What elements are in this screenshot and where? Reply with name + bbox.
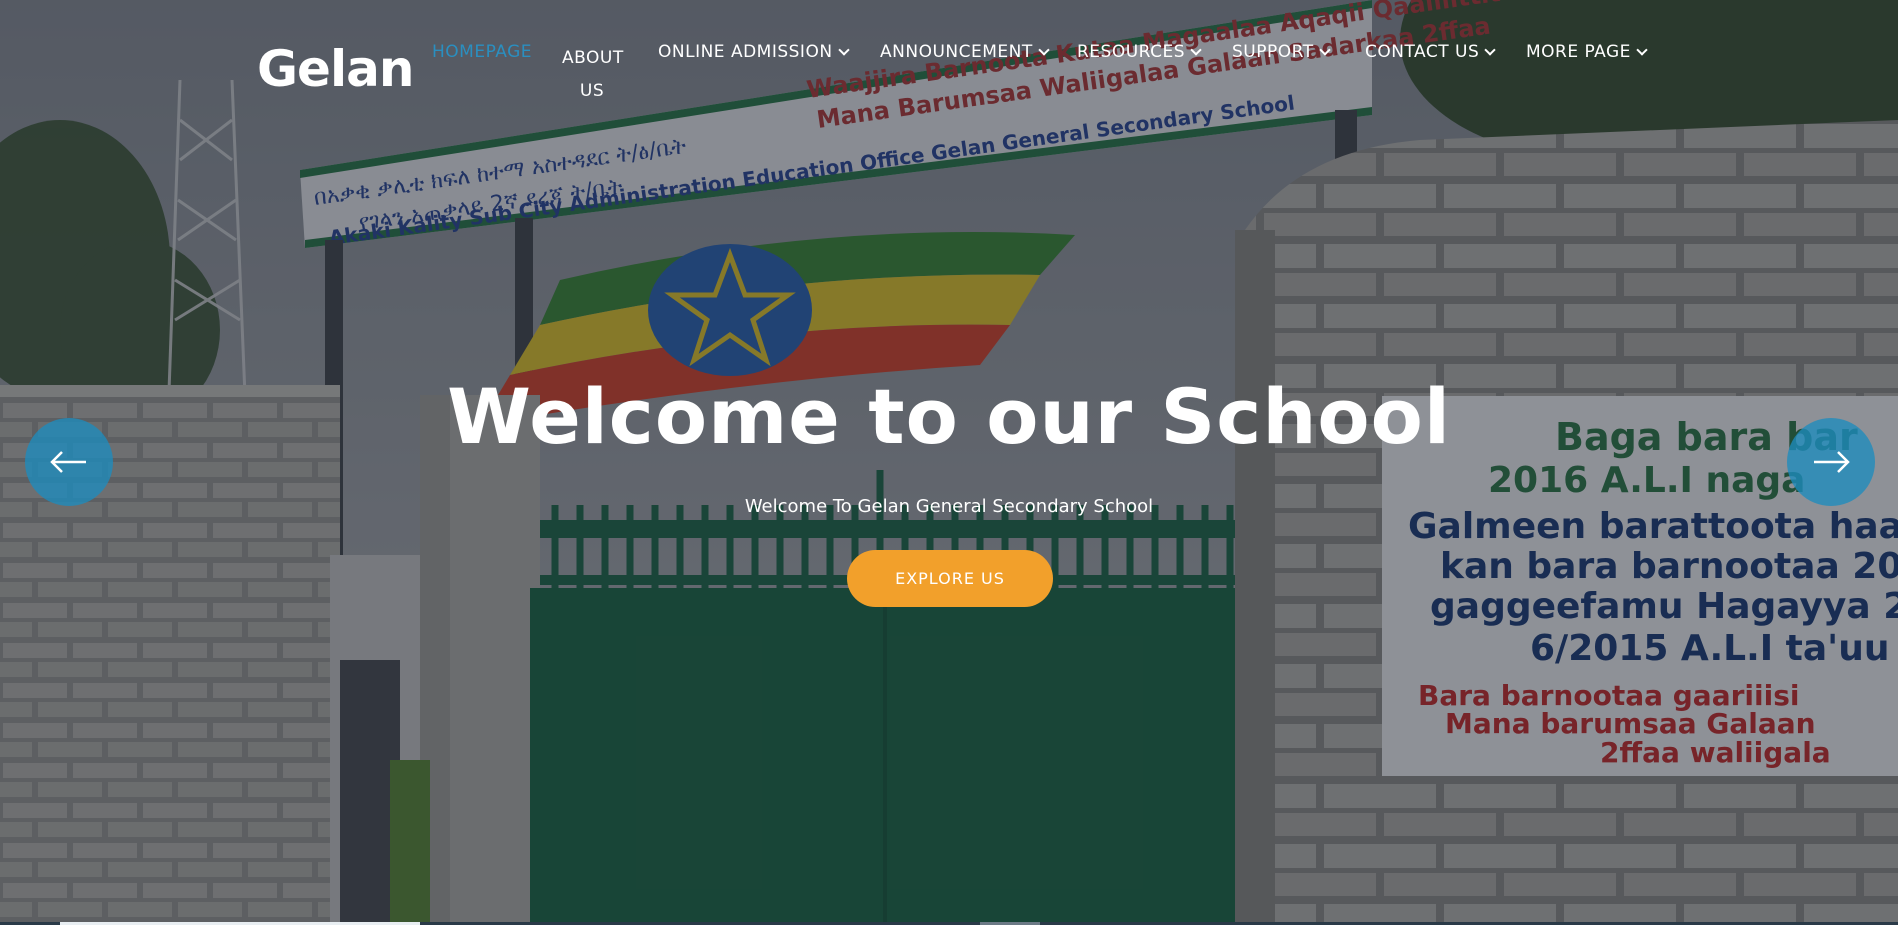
nav-online-admission[interactable]: ONLINE ADMISSION [658, 42, 850, 62]
chevron-down-icon [1484, 43, 1496, 56]
nav-announcement-label: ANNOUNCEMENT [880, 42, 1033, 62]
slider-prev-button[interactable] [25, 418, 113, 506]
nav-contact-us-label: CONTACT US [1365, 42, 1480, 62]
nav-support[interactable]: SUPPORT [1232, 42, 1331, 62]
hero-background-image: Waajjira Barnoota Kutaa Magaalaa Aqaqii … [0, 0, 1898, 922]
nav-support-label: SUPPORT [1232, 42, 1314, 62]
chevron-down-icon [837, 43, 850, 56]
nav-more-page[interactable]: MORE PAGE [1526, 42, 1648, 62]
nav-contact-us[interactable]: CONTACT US [1365, 42, 1496, 62]
nav-announcement[interactable]: ANNOUNCEMENT [880, 42, 1050, 62]
nav-about-us[interactable]: ABOUT US [562, 42, 624, 108]
chevron-down-icon [1636, 43, 1648, 56]
hero-slider: Waajjira Barnoota Kutaa Magaalaa Aqaqii … [0, 0, 1898, 922]
nav-homepage[interactable]: HOMEPAGE [432, 42, 532, 62]
nav-resources-label: RESOURCES [1077, 42, 1186, 62]
explore-us-button[interactable]: EXPLORE US [847, 550, 1053, 607]
nav-about-label-line2: US [579, 81, 605, 101]
hero-subtitle: Welcome To Gelan General Secondary Schoo… [744, 496, 1154, 517]
main-nav: HOMEPAGE ABOUT US ONLINE ADMISSION ANNOU… [0, 0, 1898, 110]
chevron-down-icon [1038, 43, 1050, 56]
chevron-down-icon [1318, 43, 1331, 56]
hero-title: Welcome to our School [447, 372, 1451, 461]
chevron-down-icon [1190, 43, 1202, 56]
nav-more-page-label: MORE PAGE [1526, 42, 1631, 62]
slider-next-button[interactable] [1787, 418, 1875, 506]
nav-homepage-label: HOMEPAGE [432, 42, 532, 62]
nav-about-label: ABOUT [562, 48, 624, 68]
arrow-right-icon [1814, 451, 1850, 473]
nav-resources[interactable]: RESOURCES [1077, 42, 1202, 62]
nav-online-admission-label: ONLINE ADMISSION [658, 42, 833, 62]
arrow-left-icon [50, 451, 86, 473]
